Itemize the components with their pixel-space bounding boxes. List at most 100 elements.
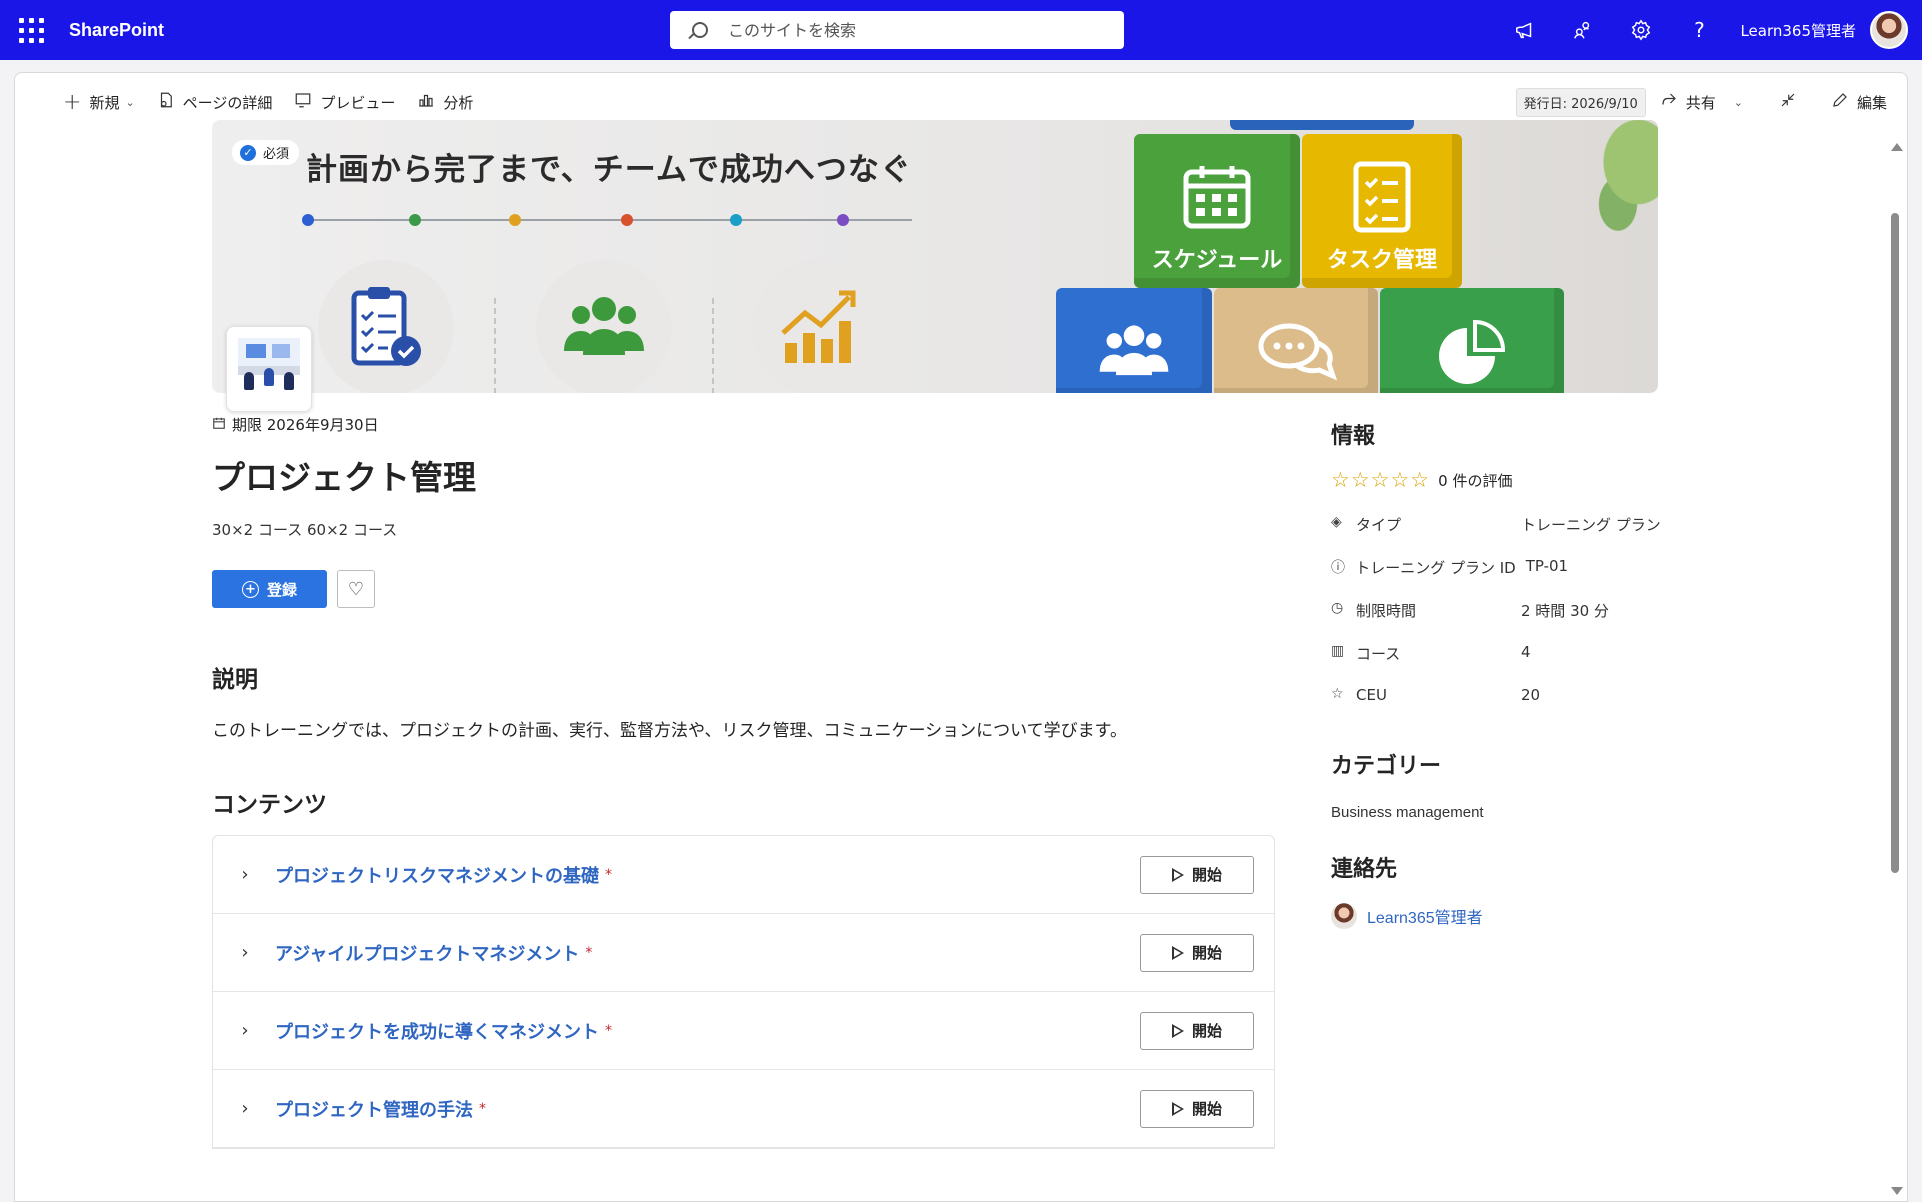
info-heading: 情報: [1331, 424, 1376, 449]
category-heading: カテゴリー: [1331, 754, 1442, 779]
required-mark: *: [605, 866, 612, 883]
play-icon: [1171, 945, 1184, 960]
hero-banner: ✓ 必須 計画から完了まで、チームで成功へつなぐ スケジュール タスク管理: [212, 120, 1658, 393]
info-row-plan-id: ⓘ トレーニング プラン ID TP-01: [1331, 557, 1569, 577]
contact-person[interactable]: Learn365管理者: [1331, 903, 1671, 929]
pie-block: [1380, 288, 1564, 393]
chevron-down-icon: ⌄: [125, 95, 135, 109]
play-icon: [1171, 867, 1184, 882]
rating-stars-icon[interactable]: ☆☆☆☆☆: [1331, 468, 1430, 492]
course-row[interactable]: › プロジェクト管理の手法 * 開始: [213, 1070, 1274, 1148]
plant-decoration: [1558, 120, 1658, 260]
book-icon: ▥: [1331, 643, 1345, 659]
page-details-button[interactable]: ページの詳細: [157, 91, 272, 114]
megaphone-icon[interactable]: [1496, 0, 1554, 60]
task-block-label: タスク管理: [1326, 248, 1437, 273]
edit-button[interactable]: 編集: [1831, 91, 1887, 114]
schedule-block: スケジュール: [1134, 134, 1300, 288]
suite-icons: ? Learn365管理者: [1496, 0, 1922, 60]
app-launcher-icon[interactable]: [19, 17, 49, 43]
course-title[interactable]: プロジェクトリスクマネジメントの基礎: [275, 862, 599, 888]
chart-icon: [417, 91, 435, 114]
register-button[interactable]: + 登録: [212, 570, 327, 608]
site-search[interactable]: [670, 11, 1124, 49]
page-title: プロジェクト管理: [212, 458, 476, 497]
course-row[interactable]: › アジャイルプロジェクトマネジメント * 開始: [213, 914, 1274, 992]
user-avatar[interactable]: [1870, 11, 1908, 49]
description-text: このトレーニングでは、プロジェクトの計画、実行、監督方法や、リスク管理、コミュニ…: [212, 721, 1127, 741]
preview-icon: [294, 91, 312, 114]
course-title[interactable]: アジャイルプロジェクトマネジメント: [275, 940, 579, 966]
contact-avatar[interactable]: [1331, 903, 1357, 929]
preview-button[interactable]: プレビュー: [294, 91, 395, 114]
growth-chart-icon: [752, 260, 888, 393]
contact-name[interactable]: Learn365管理者: [1367, 904, 1483, 928]
collapse-button[interactable]: [1779, 91, 1805, 114]
required-mark: *: [605, 1022, 612, 1039]
info-row-type: ◈ タイプ トレーニング プラン: [1331, 514, 1661, 534]
clock-icon: ◷: [1331, 600, 1344, 616]
timeline-dot: [509, 214, 521, 226]
chevron-right-icon[interactable]: ›: [215, 1020, 275, 1041]
search-input[interactable]: [728, 20, 1088, 40]
start-button[interactable]: 開始: [1140, 855, 1254, 894]
calendar-icon: [1183, 166, 1251, 229]
required-mark: *: [479, 1100, 486, 1117]
training-main: 期限 2026年9月30日 プロジェクト管理 30×2 コース 60×2 コース…: [212, 414, 1275, 1149]
help-icon[interactable]: ?: [1670, 0, 1728, 60]
new-button[interactable]: + 新規 ⌄: [63, 90, 135, 115]
divider: [712, 298, 714, 393]
course-title[interactable]: プロジェクト管理の手法: [275, 1096, 473, 1122]
due-date: 期限 2026年9月30日: [212, 414, 1272, 435]
scroll-down-icon[interactable]: [1891, 1187, 1903, 1195]
contents-heading: コンテンツ: [212, 792, 327, 818]
info-row-courses: ▥ コース 4: [1331, 643, 1531, 663]
suite-bar: SharePoint ? Learn365管理者: [0, 0, 1922, 60]
checklist-icon: [1353, 161, 1411, 233]
play-icon: [1171, 1023, 1184, 1038]
chevron-right-icon[interactable]: ›: [215, 1098, 275, 1119]
rating-count: 0 件の評価: [1438, 471, 1513, 490]
required-badge: ✓ 必須: [232, 140, 300, 165]
chevron-right-icon[interactable]: ›: [215, 942, 275, 963]
timeline-dot: [730, 214, 742, 226]
team-icon: [536, 260, 672, 393]
user-name[interactable]: Learn365管理者: [1740, 20, 1856, 41]
info-icon: ⓘ: [1331, 560, 1345, 576]
description-heading: 説明: [212, 667, 258, 693]
info-row-ceu: ☆ CEU 20: [1331, 686, 1541, 704]
meeting-illustration: [238, 338, 300, 400]
chat-icon: [1258, 323, 1337, 381]
start-button[interactable]: 開始: [1140, 1089, 1254, 1128]
people-block: [1056, 288, 1212, 393]
timeline-dot: [621, 214, 633, 226]
timeline-dot: [837, 214, 849, 226]
contact-heading: 連絡先: [1331, 857, 1398, 882]
course-row[interactable]: › プロジェクトリスクマネジメントの基礎 * 開始: [213, 836, 1274, 914]
course-row[interactable]: › プロジェクトを成功に導くマネジメント * 開始: [213, 992, 1274, 1070]
start-button[interactable]: 開始: [1140, 933, 1254, 972]
analytics-button[interactable]: 分析: [417, 91, 473, 114]
chevron-down-icon: ⌄: [1733, 95, 1743, 109]
pie-chart-icon: [1439, 320, 1506, 384]
people-link-icon[interactable]: [1554, 0, 1612, 60]
share-icon: [1660, 91, 1678, 114]
start-button[interactable]: 開始: [1140, 1011, 1254, 1050]
scrollbar-thumb[interactable]: [1891, 213, 1899, 873]
clipboard-icon: [318, 260, 454, 393]
training-subtitle: 30×2 コース 60×2 コース: [212, 521, 398, 539]
scroll-up-icon[interactable]: [1891, 143, 1903, 151]
training-actions: + 登録 ♡: [212, 570, 1272, 608]
gear-icon[interactable]: [1612, 0, 1670, 60]
app-name[interactable]: SharePoint: [69, 20, 164, 41]
timeline-line: [308, 219, 912, 221]
chevron-right-icon[interactable]: ›: [215, 864, 275, 885]
share-button[interactable]: 共有 ⌄: [1660, 91, 1743, 114]
search-icon: [692, 22, 708, 38]
course-title[interactable]: プロジェクトを成功に導くマネジメント: [275, 1018, 599, 1044]
vertical-scrollbar[interactable]: [1885, 131, 1907, 1201]
pencil-icon: [1831, 91, 1849, 114]
plus-icon: +: [63, 89, 82, 115]
timeline-dot: [409, 214, 421, 226]
favorite-button[interactable]: ♡: [337, 570, 375, 608]
